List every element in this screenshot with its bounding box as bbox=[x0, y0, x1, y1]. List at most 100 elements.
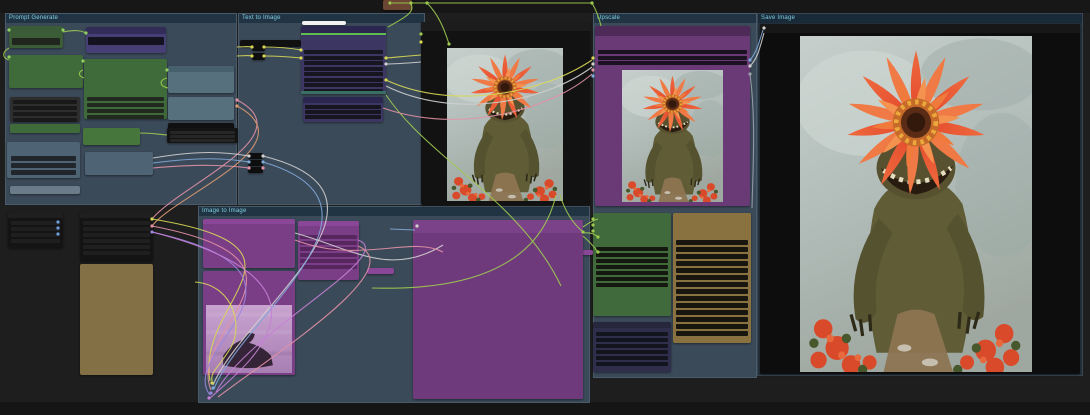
clip-node-a[interactable] bbox=[9, 26, 63, 48]
navy-node-widget-row[interactable] bbox=[596, 338, 668, 342]
cfg-node[interactable] bbox=[168, 66, 234, 93]
text-rows-node-widget-row[interactable] bbox=[13, 112, 77, 116]
upscale-purple-node-titlebar[interactable] bbox=[595, 26, 750, 36]
param-node-widget-row[interactable] bbox=[83, 227, 150, 231]
brown-rows-node-widget-row[interactable] bbox=[676, 317, 748, 322]
clip-node-c[interactable] bbox=[84, 59, 167, 119]
upscale-purple-node-widget-row[interactable] bbox=[598, 56, 747, 60]
param-node-titlebar[interactable] bbox=[80, 212, 153, 218]
ksampler-node-widget-row[interactable] bbox=[304, 83, 383, 87]
latent-node[interactable] bbox=[303, 97, 383, 122]
i2i-node-c-widget-row[interactable] bbox=[300, 259, 357, 263]
sampler-node-widget-row[interactable] bbox=[11, 163, 76, 168]
brown-rows-node-widget-row[interactable] bbox=[676, 282, 748, 287]
progress-bar[interactable] bbox=[302, 21, 346, 25]
brown-rows-node-widget-row[interactable] bbox=[676, 240, 748, 245]
save-image-node[interactable] bbox=[760, 24, 1080, 374]
latent-node-widget-row[interactable] bbox=[305, 110, 381, 114]
lora-node[interactable] bbox=[83, 128, 140, 145]
param-node-widget-row[interactable] bbox=[83, 221, 150, 225]
upscale-purple-node-widget-row[interactable] bbox=[598, 50, 747, 54]
switch-node-widget-row[interactable] bbox=[11, 239, 60, 243]
param-node-widget-row[interactable] bbox=[83, 239, 150, 243]
ksampler-node-widget-row[interactable] bbox=[304, 56, 383, 60]
sampler-node-widget-row[interactable] bbox=[11, 170, 76, 175]
navy-node-widget-row[interactable] bbox=[596, 344, 668, 348]
preview-node-mid-titlebar[interactable] bbox=[421, 22, 590, 31]
clip-node-c-widget-row[interactable] bbox=[87, 97, 164, 101]
clip-node-b[interactable] bbox=[9, 55, 83, 88]
group-header[interactable]: Save Image bbox=[758, 14, 1082, 23]
purple-chip-1[interactable] bbox=[367, 268, 394, 274]
reroute-1[interactable] bbox=[252, 44, 265, 51]
brown-rows-node-widget-row[interactable] bbox=[676, 254, 748, 259]
vae-node[interactable] bbox=[85, 152, 153, 175]
upscale-green-node-widget-row[interactable] bbox=[596, 259, 668, 263]
text-rows-node-widget-row[interactable] bbox=[13, 106, 77, 110]
note-node[interactable] bbox=[80, 264, 153, 375]
brown-rows-node-widget-row[interactable] bbox=[676, 296, 748, 301]
upscale-green-node-widget-row[interactable] bbox=[596, 265, 668, 269]
upscale-green-node-widget-row[interactable] bbox=[596, 247, 668, 251]
latent-node-widget-row[interactable] bbox=[305, 105, 381, 109]
size-node[interactable] bbox=[168, 97, 234, 120]
i2i-node-c[interactable] bbox=[298, 221, 359, 280]
i2i-node-c-titlebar[interactable] bbox=[298, 221, 359, 226]
cfg-node-titlebar[interactable] bbox=[168, 66, 234, 72]
upscale-green-node-widget-row[interactable] bbox=[596, 253, 668, 257]
brown-rows-node-widget-row[interactable] bbox=[676, 331, 748, 336]
switch-node-titlebar[interactable] bbox=[8, 212, 63, 218]
reroute-4[interactable] bbox=[248, 160, 263, 166]
navy-node-widget-row[interactable] bbox=[596, 362, 668, 366]
navy-node-widget-row[interactable] bbox=[596, 350, 668, 354]
neg-rows-node-widget-row[interactable] bbox=[170, 135, 235, 138]
brown-rows-node-widget-row[interactable] bbox=[676, 261, 748, 266]
brown-rows-node[interactable] bbox=[673, 213, 751, 343]
group-header[interactable]: Upscale bbox=[594, 14, 756, 23]
save-image-node-titlebar[interactable] bbox=[760, 24, 1080, 33]
text-rows-node-widget-row[interactable] bbox=[13, 118, 77, 122]
navy-node-widget-row[interactable] bbox=[596, 332, 668, 336]
ksampler-node-widget-row[interactable] bbox=[304, 61, 383, 65]
sampler-node-widget-row[interactable] bbox=[11, 156, 76, 161]
param-node[interactable] bbox=[80, 212, 153, 261]
preview-node-mid[interactable] bbox=[421, 22, 590, 205]
i2i-big-node[interactable] bbox=[413, 220, 583, 399]
group-header[interactable]: Image to Image bbox=[199, 207, 589, 216]
upscale-purple-node[interactable] bbox=[595, 26, 750, 206]
reroute-2[interactable] bbox=[252, 53, 265, 60]
sampler-node[interactable] bbox=[7, 142, 80, 178]
i2i-node-c-widget-row[interactable] bbox=[300, 247, 357, 251]
navy-node[interactable] bbox=[593, 322, 671, 372]
navy-node-widget-row[interactable] bbox=[596, 356, 668, 360]
navy-node-titlebar[interactable] bbox=[593, 322, 671, 328]
i2i-node-c-widget-row[interactable] bbox=[300, 265, 357, 269]
switch-node[interactable] bbox=[8, 212, 63, 248]
latent-node-titlebar[interactable] bbox=[303, 97, 383, 103]
light-strip[interactable] bbox=[10, 186, 80, 194]
green-strip[interactable] bbox=[10, 124, 80, 133]
group-header[interactable]: Prompt Generate bbox=[6, 14, 236, 23]
ksampler-node-widget-row[interactable] bbox=[304, 72, 383, 76]
ksampler-node-titlebar[interactable] bbox=[301, 26, 386, 33]
i2i-node-a[interactable] bbox=[203, 219, 295, 268]
i2i-node-c-widget-row[interactable] bbox=[300, 235, 357, 239]
param-node-widget-row[interactable] bbox=[83, 245, 150, 249]
reroute-5[interactable] bbox=[248, 167, 263, 173]
brown-rows-node-widget-row[interactable] bbox=[676, 268, 748, 273]
node-editor-canvas[interactable]: Prompt GenerateText to ImageUpscaleSave … bbox=[0, 0, 1090, 415]
neg-rows-node-widget-row[interactable] bbox=[170, 131, 235, 134]
style-node[interactable] bbox=[86, 27, 166, 53]
upscale-green-node-widget-row[interactable] bbox=[596, 271, 668, 275]
thin-node[interactable] bbox=[240, 40, 301, 47]
param-node-widget-row[interactable] bbox=[83, 233, 150, 237]
upscale-purple-node-widget-row[interactable] bbox=[598, 61, 747, 65]
i2i-node-b[interactable] bbox=[203, 271, 295, 375]
neg-rows-node[interactable] bbox=[167, 128, 238, 143]
clip-node-a-widget-row[interactable] bbox=[12, 38, 60, 45]
param-node-widget-row[interactable] bbox=[83, 251, 150, 255]
style-node-widget-row[interactable] bbox=[88, 37, 164, 45]
style-node-titlebar[interactable] bbox=[86, 27, 166, 34]
i2i-node-c-widget-row[interactable] bbox=[300, 241, 357, 245]
brown-rows-node-widget-row[interactable] bbox=[676, 303, 748, 308]
